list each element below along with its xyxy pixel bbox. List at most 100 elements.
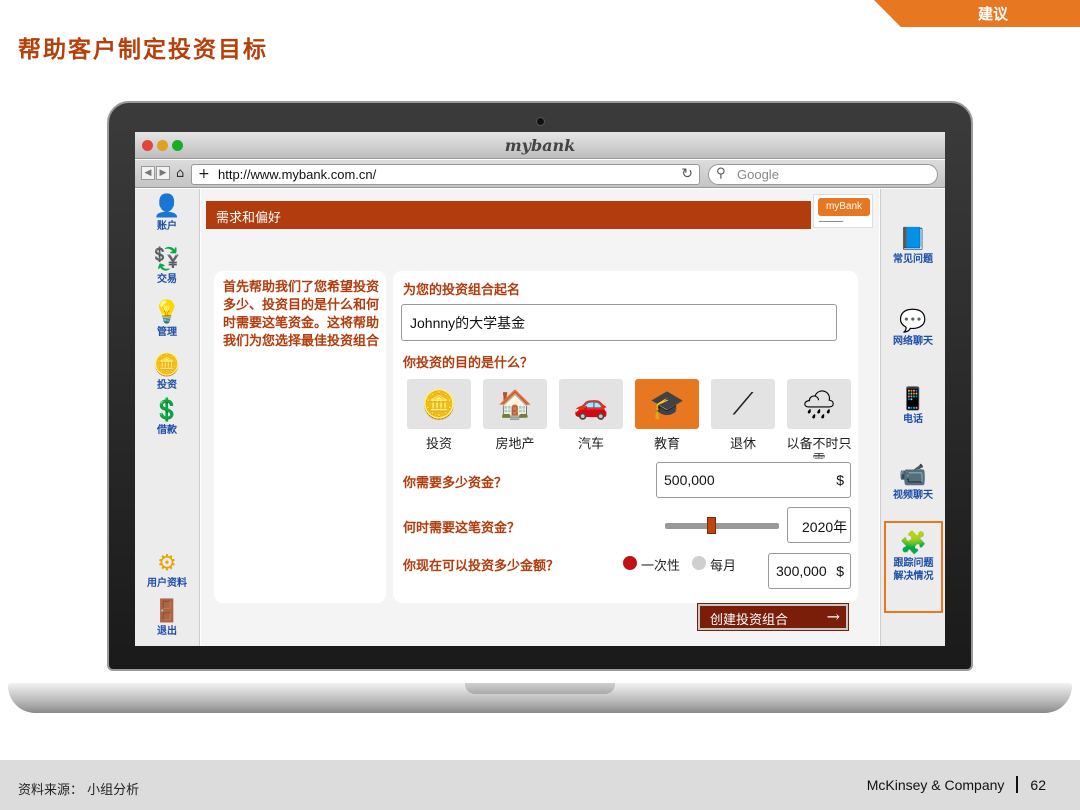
url-bar[interactable]: + http://www.mybank.com.cn/ ↻ xyxy=(191,164,700,185)
right-sidebar: 📘 常见问题 💬 网络聊天 📱 电话 📹 视频聊天 🧩 跟踪问题 解决情况 xyxy=(880,189,945,646)
browser-window: mybank ◀ ▶ ⌂ + http://www.mybank.com.cn/… xyxy=(135,132,945,646)
sidebar-item-faq[interactable]: 📘 常见问题 xyxy=(881,227,945,266)
chat-person-icon: 💬 xyxy=(899,309,927,334)
sidebar-item-label: 用户资料 xyxy=(147,578,187,589)
sidebar-item-trade[interactable]: 💱 交易 xyxy=(135,247,199,286)
add-bookmark-icon[interactable]: + xyxy=(198,166,210,182)
year-slider-thumb[interactable] xyxy=(707,517,716,534)
puzzle-icon: 🧩 xyxy=(899,531,928,556)
invest-amount-currency: $ xyxy=(836,563,844,579)
sidebar-item-label: 借款 xyxy=(157,425,177,436)
page-number: 62 xyxy=(1030,776,1046,793)
house-icon: 🏠 xyxy=(497,387,533,421)
section-title: 需求和偏好 xyxy=(206,201,811,229)
sidebar-item-invest[interactable]: 🪙 投资 xyxy=(135,353,199,392)
sidebar-item-loan[interactable]: 💲 借款 xyxy=(135,398,199,437)
slide: 建议 帮助客户制定投资目标 mybank ◀ ▶ ⌂ + http://www.… xyxy=(0,0,1080,810)
brand-logo: myBank xyxy=(818,198,870,216)
sidebar-item-label: 退出 xyxy=(157,626,177,637)
goal-label-car: 汽车 xyxy=(577,437,604,452)
invest-amount-value[interactable]: 300,000 xyxy=(776,563,827,579)
when-question-label: 何时需要这笔资金？ xyxy=(403,521,521,536)
radio-one-time[interactable] xyxy=(623,556,637,570)
invest-amount-field[interactable]: 300,000 $ xyxy=(768,553,851,589)
amount-currency: $ xyxy=(836,472,844,488)
sidebar-item-account[interactable]: 👤 账户 xyxy=(135,194,199,233)
brand-sub-mark: ━━━━━━━━ xyxy=(819,219,844,225)
window-title: mybank xyxy=(504,136,576,155)
faq-book-icon: 📘 xyxy=(899,227,927,252)
back-arrow-icon[interactable]: ◀ xyxy=(141,166,155,180)
lightbulb-icon: 💡 xyxy=(153,300,181,325)
footer-right: McKinsey & Company 62 xyxy=(867,776,1046,793)
goal-form-card: 为您的投资组合起名 Johnny的大学基金 你投资的目的是什么？ 🪙 🏠 🚗 🎓… xyxy=(393,271,858,603)
sidebar-item-web-chat[interactable]: 💬 网络聊天 xyxy=(881,309,945,348)
footer-divider xyxy=(1016,776,1019,793)
sidebar-item-label: 视频聊天 xyxy=(893,490,933,501)
sidebar-item-profile[interactable]: ⚙ 用户资料 xyxy=(135,551,199,590)
sidebar-item-label: 投资 xyxy=(157,380,177,391)
url-text[interactable]: http://www.mybank.com.cn/ xyxy=(218,167,376,182)
search-icon: ⚲ xyxy=(716,166,726,181)
sidebar-item-label: 常见问题 xyxy=(893,254,933,265)
page-title: 帮助客户制定投资目标 xyxy=(18,36,268,63)
left-sidebar: 👤 账户 💱 交易 💡 管理 🪙 投资 💲 借款 ⚙ 用户资料 🚪 退出 xyxy=(135,189,200,646)
sidebar-item-track-issues[interactable]: 🧩 跟踪问题 解决情况 xyxy=(884,521,943,613)
reload-icon[interactable]: ↻ xyxy=(681,166,693,182)
sidebar-item-label: 交易 xyxy=(157,274,177,285)
goal-label-invest: 投资 xyxy=(425,437,452,452)
radio-one-time-label[interactable]: 一次性 xyxy=(641,555,680,574)
create-portfolio-label[interactable]: 创建投资组合 xyxy=(710,613,788,628)
goal-option-real-estate[interactable]: 🏠 xyxy=(483,379,547,429)
sidebar-item-label: 网络聊天 xyxy=(893,336,933,347)
sidebar-item-manage[interactable]: 💡 管理 xyxy=(135,300,199,339)
company-name: McKinsey & Company xyxy=(866,776,1005,793)
sidebar-item-logout[interactable]: 🚪 退出 xyxy=(135,599,199,638)
radio-monthly[interactable] xyxy=(692,556,706,570)
exit-door-icon: 🚪 xyxy=(153,599,181,624)
goal-label-emergency: 以备不时只需 xyxy=(786,437,852,459)
goal-option-car[interactable]: 🚗 xyxy=(559,379,623,429)
brand-badge: myBank ━━━━━━━━ xyxy=(813,194,873,228)
goal-option-emergency[interactable]: 🌧 xyxy=(787,379,851,429)
radio-monthly-label[interactable]: 每月 xyxy=(710,555,736,574)
loan-icon: 💲 xyxy=(153,398,181,423)
coins-stack-icon: 🪙 xyxy=(421,387,457,421)
graduation-cap-icon: 🎓 xyxy=(649,387,685,421)
goal-option-invest[interactable]: 🪙 xyxy=(407,379,471,429)
intro-text: 首先帮助我们了您希望投资多少、投资目的是什么和何时需要这笔资金。这将帮助我们为您… xyxy=(223,280,380,349)
intro-card: 首先帮助我们了您希望投资多少、投资目的是什么和何时需要这笔资金。这将帮助我们为您… xyxy=(214,271,386,603)
cane-icon: ⟋ xyxy=(732,386,754,422)
goal-question-label: 你投资的目的是什么？ xyxy=(403,356,534,371)
car-icon: 🚗 xyxy=(573,387,609,421)
camera-icon xyxy=(536,117,545,126)
recommendation-tag: 建议 xyxy=(874,0,1080,27)
goal-option-education[interactable]: 🎓 xyxy=(635,379,699,429)
sidebar-item-video-chat[interactable]: 📹 视频聊天 xyxy=(881,463,945,502)
arrow-right-icon: → xyxy=(826,607,840,626)
slide-footer: 资料来源： 小组分析 McKinsey & Company 62 xyxy=(0,760,1080,810)
goal-label-education: 教育 xyxy=(653,437,680,452)
year-field[interactable]: 2020年 xyxy=(787,507,851,543)
goal-option-retirement[interactable]: ⟋ xyxy=(711,379,775,429)
rain-cloud-icon: 🌧 xyxy=(801,387,837,421)
search-input[interactable]: ⚲ Google xyxy=(708,164,938,185)
sidebar-item-phone[interactable]: 📱 电话 xyxy=(881,387,945,426)
year-value[interactable]: 2020年 xyxy=(802,517,847,537)
sidebar-item-label: 账户 xyxy=(157,221,177,232)
invest-question-label: 你现在可以投资多少金额？ xyxy=(403,559,560,574)
browser-toolbar: ◀ ▶ ⌂ + http://www.mybank.com.cn/ ↻ ⚲ Go… xyxy=(135,160,945,188)
amount-value[interactable]: 500,000 xyxy=(664,472,715,488)
money-icon: 💱 xyxy=(153,247,181,272)
home-icon[interactable]: ⌂ xyxy=(176,166,184,181)
sidebar-item-label: 管理 xyxy=(157,327,177,338)
portfolio-name-field[interactable]: Johnny的大学基金 xyxy=(401,304,837,341)
gear-icon: ⚙ xyxy=(157,551,177,576)
laptop-notch xyxy=(465,683,615,694)
create-portfolio-button[interactable]: 创建投资组合 → xyxy=(698,604,848,630)
main-content: 需求和偏好 myBank ━━━━━━━━ 首先帮助我们了您希望投资多少、投资目… xyxy=(201,189,879,646)
forward-arrow-icon[interactable]: ▶ xyxy=(156,166,170,180)
year-slider-track[interactable] xyxy=(665,523,779,529)
window-titlebar: mybank xyxy=(135,132,945,159)
amount-field[interactable]: 500,000 $ xyxy=(656,462,851,498)
